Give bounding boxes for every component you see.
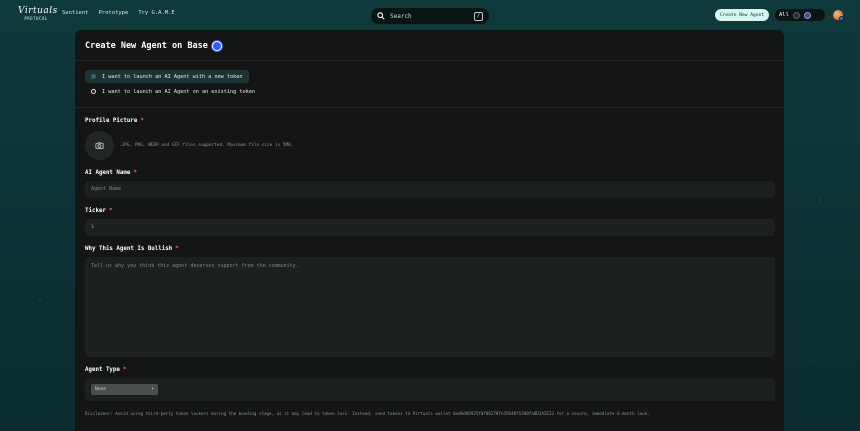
profile-picture-label: Profile Picture * — [85, 118, 144, 124]
chain-icon-a[interactable] — [792, 11, 800, 19]
page-title-text: Create New Agent on Base — [85, 41, 208, 51]
agent-name-placeholder: Agent Name — [91, 186, 122, 192]
page-title: Create New Agent on Base — [85, 41, 222, 51]
option-new-token-label: I want to launch an AI Agent with a new … — [102, 73, 243, 80]
agent-name-input[interactable]: Agent Name — [85, 181, 775, 198]
search-bar[interactable]: Search / — [371, 8, 489, 24]
logo-subtitle: PROTOCOL — [24, 16, 48, 21]
ticker-input[interactable]: $ — [85, 219, 775, 236]
option-existing-token-label: I want to launch an AI Agent on an exist… — [102, 88, 256, 95]
nav-link-prototype[interactable]: Prototype — [99, 10, 129, 16]
required-mark: * — [175, 246, 179, 252]
radio-selected-icon[interactable] — [91, 74, 96, 79]
top-nav: Virtuals PROTOCOL Sentient Prototype Try… — [0, 0, 860, 30]
required-mark: * — [140, 118, 144, 124]
bullish-label: Why This Agent Is Bullish * — [85, 246, 179, 252]
profile-picture-upload[interactable] — [85, 131, 114, 160]
ticker-label-text: Ticker — [85, 208, 106, 214]
search-icon — [377, 12, 385, 20]
ticker-label: Ticker * — [85, 208, 112, 214]
nav-link-try-game[interactable]: Try G.A.M.E — [138, 10, 174, 16]
create-new-agent-button[interactable]: Create New Agent — [715, 9, 769, 21]
option-new-token[interactable]: I want to launch an AI Agent with a new … — [85, 70, 249, 83]
chain-filter-all[interactable]: All — [779, 12, 789, 18]
option-existing-token[interactable]: I want to launch an AI Agent on an exist… — [85, 85, 261, 98]
search-label: Search — [390, 12, 412, 20]
bullish-textarea[interactable]: Tell us why you think this agent deserve… — [85, 257, 775, 357]
required-mark: * — [108, 208, 113, 214]
avatar-badge-icon — [839, 16, 844, 21]
nav-links: Sentient Prototype Try G.A.M.E — [62, 10, 175, 16]
required-mark: * — [133, 170, 137, 176]
agent-type-label: Agent Type * — [85, 367, 126, 373]
agent-name-label: AI Agent Name * — [85, 170, 137, 176]
chevron-down-icon: ▾ — [151, 387, 154, 392]
base-chain-icon — [211, 41, 222, 51]
create-agent-card: Create New Agent on Base I want to launc… — [75, 30, 784, 431]
chain-filter[interactable]: All — [775, 9, 825, 21]
nav-link-sentient[interactable]: Sentient — [62, 10, 89, 16]
agent-name-label-text: AI Agent Name — [85, 170, 131, 176]
disclaimer-text: Disclaimer: Avoid using third-party toke… — [85, 411, 650, 416]
agent-type-container — [85, 378, 775, 401]
profile-picture-label-text: Profile Picture — [85, 118, 138, 124]
divider — [75, 107, 784, 108]
search-shortcut-key: / — [474, 11, 483, 21]
agent-type-select[interactable]: None ▾ — [91, 384, 158, 395]
required-mark: * — [122, 367, 127, 373]
camera-icon — [95, 142, 104, 150]
agent-type-value: None — [95, 387, 107, 392]
divider — [75, 60, 784, 61]
bullish-placeholder: Tell us why you think this agent deserve… — [91, 263, 299, 269]
profile-picture-hint: .JPG, PNG, WEBP and GIF files supported.… — [119, 143, 294, 148]
logo[interactable]: Virtuals PROTOCOL — [18, 6, 58, 22]
radio-unselected-icon[interactable] — [91, 89, 96, 94]
chain-icon-b[interactable] — [803, 11, 811, 19]
bullish-label-text: Why This Agent Is Bullish — [85, 246, 173, 252]
ticker-placeholder: $ — [91, 224, 95, 230]
agent-type-label-text: Agent Type — [85, 367, 120, 373]
logo-wordmark: Virtuals — [18, 6, 58, 16]
